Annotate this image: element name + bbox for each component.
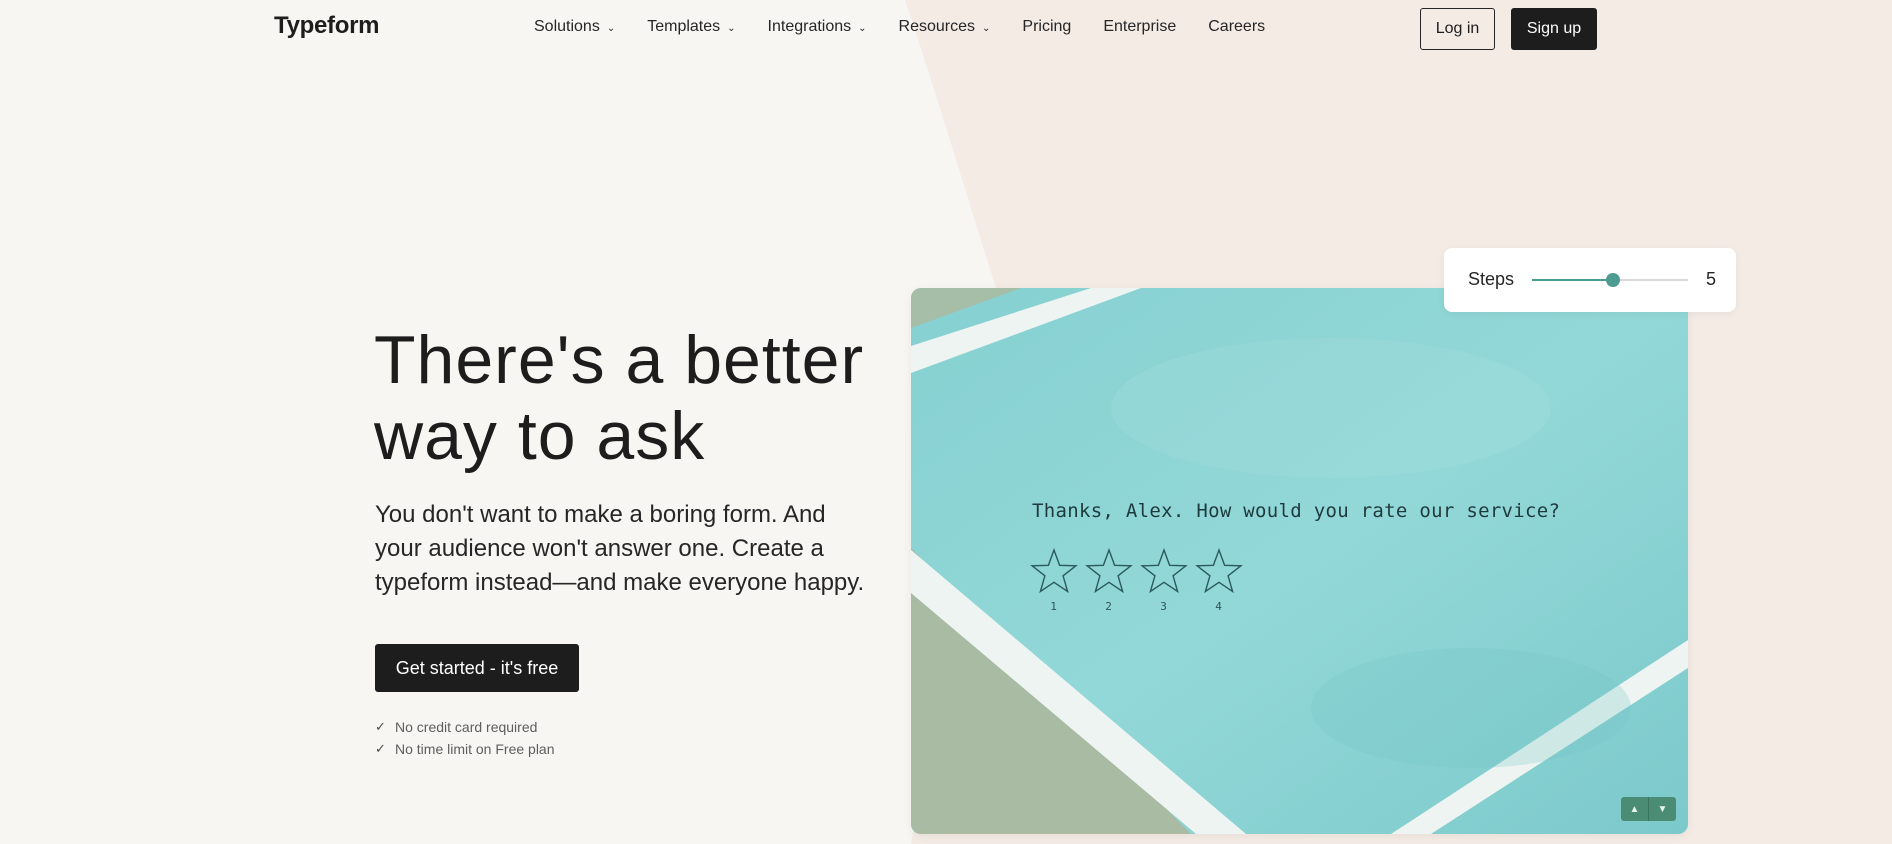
rating-star-3[interactable]: 3 [1136, 548, 1191, 613]
hero-subtitle: You don't want to make a boring form. An… [375, 501, 865, 596]
star-label: 1 [1050, 600, 1057, 613]
check-icon: ✓ [375, 741, 386, 756]
typeform-logo[interactable]: Typeform [274, 12, 379, 40]
menu-item-label: Solutions [534, 18, 600, 35]
benefit-text: No time limit on Free plan [395, 741, 555, 757]
star-label: 3 [1160, 600, 1167, 613]
form-navigation: ▲ ▼ [1621, 797, 1676, 821]
chevron-down-icon: ⌄ [606, 22, 616, 34]
steps-slider[interactable] [1532, 270, 1688, 290]
menu-item-careers[interactable]: Careers [1208, 18, 1265, 36]
form-preview: Thanks, Alex. How would you rate our ser… [911, 288, 1688, 834]
menu-item-label: Integrations [767, 18, 852, 35]
steps-control: Steps 5 [1444, 248, 1736, 312]
star-icon [1029, 548, 1078, 594]
rating-star-4[interactable]: 4 [1191, 548, 1246, 613]
chevron-down-icon: ▼ [1657, 803, 1668, 815]
benefit-text: No credit card required [395, 719, 538, 735]
menu-item-enterprise[interactable]: Enterprise [1103, 18, 1176, 36]
star-rating: 1 2 3 4 [1026, 548, 1246, 613]
menu-item-label: Careers [1208, 18, 1266, 35]
previous-question-button[interactable]: ▲ [1621, 797, 1649, 821]
chevron-down-icon: ⌄ [982, 22, 991, 34]
check-icon: ✓ [375, 719, 386, 734]
signup-button[interactable]: Sign up [1511, 8, 1597, 50]
top-navigation: Typeform Solutions ⌄ Templates ⌄ Integra… [0, 0, 1892, 58]
slider-thumb[interactable] [1606, 273, 1621, 287]
chevron-down-icon: ⌄ [727, 22, 736, 34]
chevron-down-icon: ⌄ [858, 22, 867, 34]
next-question-button[interactable]: ▼ [1649, 797, 1676, 821]
steps-value: 5 [1706, 269, 1717, 289]
hero-title-line: There's a better [374, 322, 865, 398]
menu-item-integrations[interactable]: Integrations ⌄ [768, 18, 867, 36]
get-started-button[interactable]: Get started - it's free [375, 644, 579, 692]
benefits-list: ✓ No credit card required ✓ No time limi… [375, 716, 555, 760]
main-menu: Solutions ⌄ Templates ⌄ Integrations ⌄ R… [534, 18, 1297, 36]
benefit-item: ✓ No credit card required [375, 716, 555, 738]
rating-star-2[interactable]: 2 [1081, 548, 1136, 613]
menu-item-solutions[interactable]: Solutions ⌄ [534, 18, 615, 36]
menu-item-pricing[interactable]: Pricing [1022, 18, 1071, 36]
star-icon [1084, 548, 1133, 594]
chevron-up-icon: ▲ [1629, 803, 1640, 815]
menu-item-label: Enterprise [1103, 18, 1177, 35]
slider-fill [1532, 279, 1614, 281]
menu-item-resources[interactable]: Resources ⌄ [899, 18, 991, 36]
hero-title-line: way to ask [374, 398, 706, 474]
hero-title: There's a better way to ask [374, 322, 894, 474]
star-label: 2 [1105, 600, 1112, 613]
menu-item-label: Pricing [1022, 18, 1072, 35]
rating-star-1[interactable]: 1 [1026, 548, 1081, 613]
steps-label: Steps [1468, 269, 1515, 289]
login-button[interactable]: Log in [1420, 8, 1495, 50]
star-label: 4 [1215, 600, 1222, 613]
benefit-item: ✓ No time limit on Free plan [375, 738, 555, 760]
star-icon [1194, 548, 1243, 594]
star-icon [1139, 548, 1188, 594]
menu-item-label: Resources [898, 18, 976, 35]
menu-item-templates[interactable]: Templates ⌄ [647, 18, 735, 36]
form-question: Thanks, Alex. How would you rate our ser… [1032, 500, 1561, 522]
menu-item-label: Templates [647, 18, 721, 35]
